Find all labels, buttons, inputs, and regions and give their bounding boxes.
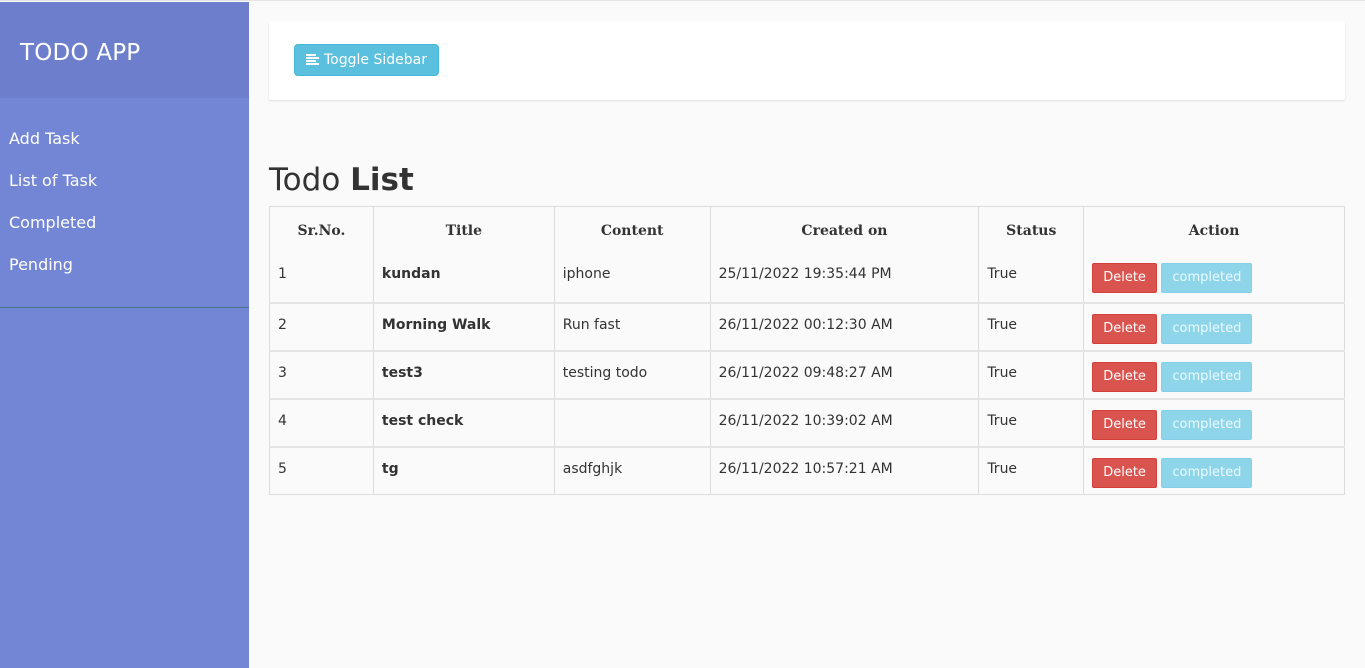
table-row: 2 Morning Walk Run fast 26/11/2022 00:12…: [269, 302, 1345, 351]
cell-content: iphone: [553, 252, 711, 303]
delete-button[interactable]: Delete: [1092, 313, 1157, 344]
cell-sr-no: 5: [269, 446, 374, 495]
cell-action: Delete completed: [1083, 398, 1345, 447]
cell-created-on: 26/11/2022 10:57:21 AM: [709, 446, 980, 495]
cell-status: True: [978, 398, 1085, 447]
delete-button[interactable]: Delete: [1092, 409, 1157, 440]
delete-button[interactable]: Delete: [1092, 457, 1157, 488]
header-sr-no: Sr.No.: [269, 206, 374, 253]
cell-content: Run fast: [553, 302, 711, 351]
cell-sr-no: 4: [269, 398, 374, 447]
delete-button[interactable]: Delete: [1092, 361, 1157, 392]
cell-sr-no: 3: [269, 350, 374, 399]
cell-title: test3: [372, 350, 555, 399]
toggle-sidebar-button[interactable]: Toggle Sidebar: [294, 44, 439, 76]
cell-title: kundan: [372, 252, 555, 303]
page-title: Todo List: [269, 162, 1345, 206]
table-row: 3 test3 testing todo 26/11/2022 09:48:27…: [269, 350, 1345, 399]
cell-action: Delete completed: [1083, 446, 1345, 495]
header-status: Status: [978, 206, 1085, 253]
cell-action: Delete completed: [1083, 302, 1345, 351]
cell-title: test check: [372, 398, 555, 447]
header-created-on: Created on: [709, 206, 980, 253]
table-row: 4 test check 26/11/2022 10:39:02 AM True…: [269, 398, 1345, 447]
cell-content: testing todo: [553, 350, 711, 399]
cell-title: tg: [372, 446, 555, 495]
cell-sr-no: 1: [269, 252, 374, 303]
completed-button[interactable]: completed: [1161, 409, 1253, 440]
page-title-bold: List: [350, 162, 414, 198]
header-title: Title: [372, 206, 555, 253]
cell-title: Morning Walk: [372, 302, 555, 351]
top-navbar: Toggle Sidebar: [269, 21, 1345, 100]
sidebar-item-completed[interactable]: Completed: [0, 202, 249, 244]
todo-table: Sr.No. Title Content Created on Status A…: [269, 206, 1345, 495]
completed-button[interactable]: completed: [1161, 313, 1253, 344]
main-content: Toggle Sidebar Todo List Sr.No. Title Co…: [269, 2, 1345, 495]
cell-content: [553, 398, 711, 447]
completed-button[interactable]: completed: [1161, 262, 1253, 293]
sidebar-item-add-task[interactable]: Add Task: [0, 118, 249, 160]
cell-action: Delete completed: [1083, 252, 1345, 303]
cell-status: True: [978, 302, 1085, 351]
sidebar-item-list-of-task[interactable]: List of Task: [0, 160, 249, 202]
completed-button[interactable]: completed: [1161, 361, 1253, 392]
header-content: Content: [553, 206, 711, 253]
table-header-row: Sr.No. Title Content Created on Status A…: [269, 206, 1345, 253]
header-action: Action: [1083, 206, 1345, 253]
table-row: 1 kundan iphone 25/11/2022 19:35:44 PM T…: [269, 252, 1345, 303]
toggle-sidebar-label: Toggle Sidebar: [324, 52, 427, 68]
delete-button[interactable]: Delete: [1092, 262, 1157, 293]
align-left-icon: [306, 54, 320, 66]
cell-action: Delete completed: [1083, 350, 1345, 399]
app-title: TODO APP: [0, 2, 249, 98]
cell-status: True: [978, 252, 1085, 303]
cell-created-on: 26/11/2022 09:48:27 AM: [709, 350, 980, 399]
page-title-light: Todo: [269, 162, 351, 198]
cell-sr-no: 2: [269, 302, 374, 351]
sidebar-menu: Add Task List of Task Completed Pending: [0, 98, 249, 308]
cell-status: True: [978, 446, 1085, 495]
cell-status: True: [978, 350, 1085, 399]
cell-created-on: 26/11/2022 10:39:02 AM: [709, 398, 980, 447]
completed-button[interactable]: completed: [1161, 457, 1253, 488]
cell-created-on: 26/11/2022 00:12:30 AM: [709, 302, 980, 351]
cell-created-on: 25/11/2022 19:35:44 PM: [709, 252, 980, 303]
table-row: 5 tg asdfghjk 26/11/2022 10:57:21 AM Tru…: [269, 446, 1345, 495]
sidebar-item-pending[interactable]: Pending: [0, 244, 249, 286]
sidebar: TODO APP Add Task List of Task Completed…: [0, 2, 249, 668]
cell-content: asdfghjk: [553, 446, 711, 495]
